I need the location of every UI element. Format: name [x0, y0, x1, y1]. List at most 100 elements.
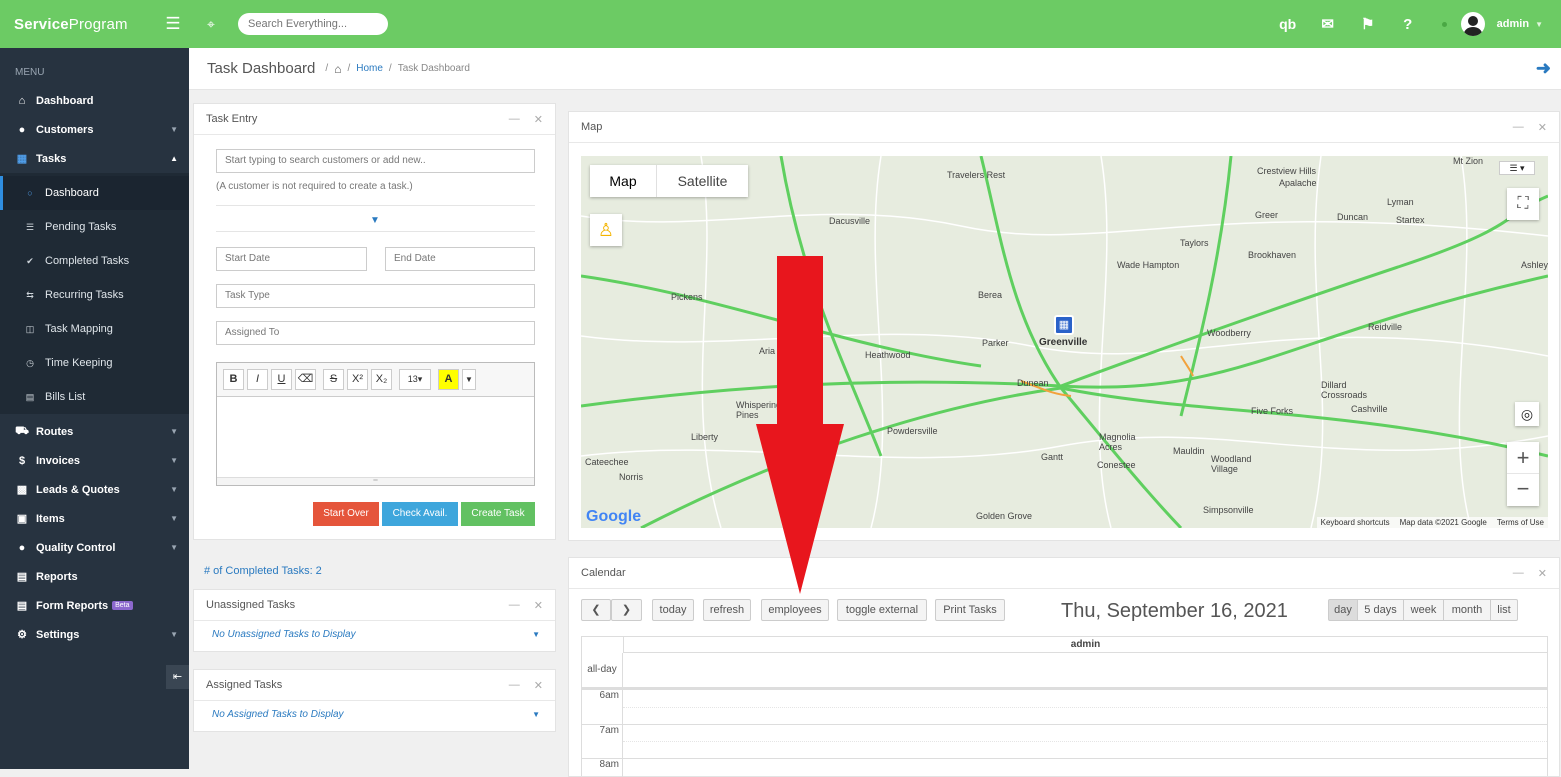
- sidebar-item-tasks[interactable]: ▦ Tasks ▲: [0, 144, 189, 173]
- sidebar-item-label: Invoices: [36, 454, 81, 467]
- truck-icon: ⛟: [15, 424, 29, 437]
- chevron-down-icon[interactable]: ▼: [1535, 20, 1543, 29]
- sign-out-icon[interactable]: ➜: [1536, 58, 1551, 79]
- minimize-icon[interactable]: —: [1513, 121, 1524, 134]
- pin-icon[interactable]: ✕: [534, 599, 543, 612]
- keyboard-shortcuts-link[interactable]: Keyboard shortcuts: [1321, 518, 1390, 527]
- avatar[interactable]: [1460, 12, 1485, 36]
- sidebar-sub-time-keeping[interactable]: ◷ Time Keeping: [0, 346, 189, 380]
- chevron-down-icon: ▼: [170, 125, 178, 134]
- zoom-in-button[interactable]: +: [1507, 442, 1539, 474]
- strikethrough-button[interactable]: S: [323, 369, 344, 390]
- eraser-button[interactable]: ⌫: [295, 369, 316, 390]
- italic-button[interactable]: I: [247, 369, 268, 390]
- quickbooks-icon[interactable]: qb: [1268, 16, 1308, 32]
- flag-icon[interactable]: ⚑: [1348, 15, 1388, 33]
- task-type-select[interactable]: Task Type: [216, 284, 535, 308]
- minimize-icon[interactable]: —: [509, 679, 520, 692]
- view-month-button[interactable]: month: [1444, 599, 1491, 621]
- employees-button[interactable]: employees: [761, 599, 829, 621]
- layers-menu-icon[interactable]: ☰ ▾: [1499, 161, 1535, 175]
- view-5days-button[interactable]: 5 days: [1358, 599, 1404, 621]
- next-button[interactable]: ❯: [611, 599, 642, 621]
- print-tasks-button[interactable]: Print Tasks: [935, 599, 1005, 621]
- allday-slot[interactable]: [623, 653, 1547, 687]
- refresh-button[interactable]: refresh: [703, 599, 751, 621]
- view-list-button[interactable]: list: [1491, 599, 1518, 621]
- sidebar-sub-task-mapping[interactable]: ◫ Task Mapping: [0, 312, 189, 346]
- highlight-dropdown[interactable]: ▼: [462, 369, 476, 390]
- sidebar-sub-bills-list[interactable]: ▤ Bills List: [0, 380, 189, 414]
- editor-body[interactable]: [217, 397, 534, 477]
- sidebar-item-settings[interactable]: ⚙ Settings ▼: [0, 620, 189, 649]
- create-task-button[interactable]: Create Task: [461, 502, 535, 526]
- sidebar-item-items[interactable]: ▣ Items ▼: [0, 504, 189, 533]
- check-icon: ✔: [26, 255, 34, 266]
- help-icon[interactable]: ?: [1388, 16, 1428, 33]
- pin-icon[interactable]: ✕: [534, 679, 543, 692]
- map-data-credit: Map data ©2021 Google: [1399, 518, 1487, 527]
- view-day-button[interactable]: day: [1328, 599, 1358, 621]
- brand-logo[interactable]: ServiceProgram: [0, 16, 150, 33]
- expand-icon[interactable]: ⌖: [196, 16, 226, 33]
- sidebar-sub-dashboard[interactable]: ○ Dashboard: [0, 176, 189, 210]
- underline-button[interactable]: U: [271, 369, 292, 390]
- completed-task-count[interactable]: # of Completed Tasks: 2: [204, 565, 322, 577]
- hamburger-icon[interactable]: ☰: [158, 14, 188, 34]
- check-avail-button[interactable]: Check Avail.: [382, 502, 458, 526]
- toggle-external-button[interactable]: toggle external: [837, 599, 927, 621]
- pin-icon[interactable]: ✕: [534, 113, 543, 126]
- sidebar-item-label: Items: [36, 512, 65, 525]
- sidebar-item-dashboard[interactable]: ⌂ Dashboard: [0, 86, 189, 115]
- zoom-out-button[interactable]: −: [1507, 474, 1539, 506]
- user-name[interactable]: admin: [1497, 18, 1529, 30]
- map-place-label: Greenville: [1039, 337, 1088, 348]
- pegman-icon[interactable]: ♙: [590, 214, 622, 246]
- search-input[interactable]: [238, 13, 388, 35]
- highlight-button[interactable]: A: [438, 369, 459, 390]
- customer-search-input[interactable]: Start typing to search customers or add …: [216, 149, 535, 173]
- map-canvas[interactable]: Travelers Rest Dacusville Crestview Hill…: [581, 156, 1548, 528]
- map-marker-icon[interactable]: ▦: [1054, 315, 1074, 335]
- sidebar-item-leads-quotes[interactable]: ▩ Leads & Quotes ▼: [0, 475, 189, 504]
- sidebar-item-invoices[interactable]: $ Invoices ▼: [0, 446, 189, 475]
- pin-icon[interactable]: ✕: [1538, 567, 1547, 580]
- sidebar-item-quality-control[interactable]: ● Quality Control ▼: [0, 533, 189, 562]
- sidebar-sub-pending-tasks[interactable]: ☰ Pending Tasks: [0, 210, 189, 244]
- minimize-icon[interactable]: —: [509, 599, 520, 612]
- pin-icon[interactable]: ✕: [1538, 121, 1547, 134]
- home-icon[interactable]: ⌂: [334, 62, 341, 76]
- superscript-button[interactable]: X²: [347, 369, 368, 390]
- fullscreen-icon[interactable]: ⛶: [1507, 188, 1539, 220]
- assigned-to-select[interactable]: Assigned To: [216, 321, 535, 345]
- sidebar-item-form-reports[interactable]: ▤ Form Reports Beta: [0, 591, 189, 620]
- today-button[interactable]: today: [652, 599, 694, 621]
- view-week-button[interactable]: week: [1404, 599, 1444, 621]
- end-date-input[interactable]: End Date: [385, 247, 535, 271]
- terms-link[interactable]: Terms of Use: [1497, 518, 1544, 527]
- minimize-icon[interactable]: —: [509, 113, 520, 126]
- chevron-down-icon[interactable]: ▼: [532, 621, 540, 649]
- map-tab-satellite[interactable]: Satellite: [656, 165, 748, 197]
- map-place-label: Dacusville: [829, 216, 871, 226]
- my-location-icon[interactable]: ◎: [1515, 402, 1539, 426]
- start-date-input[interactable]: Start Date: [216, 247, 367, 271]
- resize-handle[interactable]: ═: [217, 477, 534, 485]
- minimize-icon[interactable]: —: [1513, 567, 1524, 580]
- start-over-button[interactable]: Start Over: [313, 502, 379, 526]
- sidebar-item-customers[interactable]: ● Customers ▼: [0, 115, 189, 144]
- breadcrumb-home[interactable]: Home: [356, 63, 383, 74]
- chevron-down-icon[interactable]: ▼: [532, 701, 540, 729]
- mail-icon[interactable]: ✉: [1308, 15, 1348, 33]
- sidebar-sub-completed-tasks[interactable]: ✔ Completed Tasks: [0, 244, 189, 278]
- map-tab-map[interactable]: Map: [590, 165, 656, 197]
- font-size-select[interactable]: 13▾: [399, 369, 431, 390]
- chevron-down-icon[interactable]: ▼: [370, 215, 380, 226]
- prev-button[interactable]: ❮: [581, 599, 611, 621]
- sidebar-item-reports[interactable]: ▤ Reports: [0, 562, 189, 591]
- subscript-button[interactable]: X₂: [371, 369, 392, 390]
- bold-button[interactable]: B: [223, 369, 244, 390]
- sidebar-item-routes[interactable]: ⛟ Routes ▼: [0, 417, 189, 446]
- sidebar-sub-recurring-tasks[interactable]: ⇆ Recurring Tasks: [0, 278, 189, 312]
- collapse-sidebar-icon[interactable]: ⇤: [166, 665, 189, 689]
